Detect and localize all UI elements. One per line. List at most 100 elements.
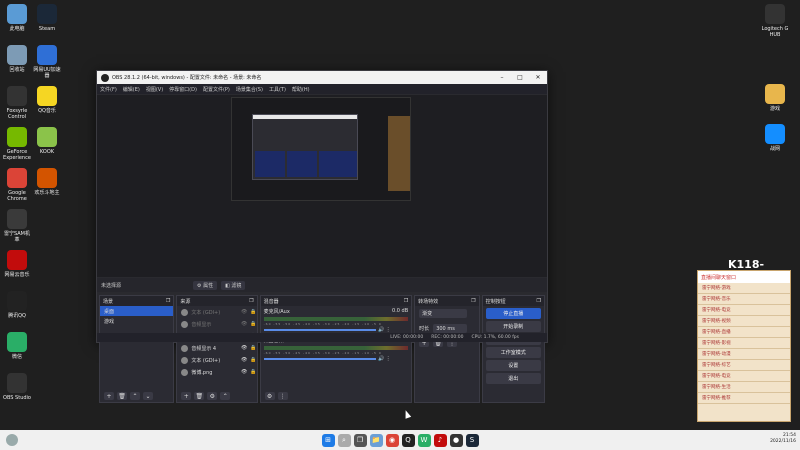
transition-select[interactable]: 渐变: [419, 309, 468, 318]
move-up-button[interactable]: ⌃: [130, 392, 140, 400]
menu-item[interactable]: 视图(V): [146, 86, 163, 93]
chrome-taskbar-icon[interactable]: ◉: [385, 433, 399, 447]
start-button-icon[interactable]: ⊞: [321, 433, 335, 447]
lock-icon[interactable]: 🔒: [250, 309, 256, 315]
lock-icon[interactable]: 🔒: [250, 321, 256, 327]
desktop-icon-folder[interactable]: 游戏: [760, 84, 790, 112]
control-button[interactable]: 工作室模式: [485, 347, 541, 358]
wechat-taskbar-icon[interactable]: W: [417, 433, 431, 447]
properties-button[interactable]: ⚙ 属性: [193, 280, 218, 290]
scene-item[interactable]: 游戏: [100, 316, 173, 326]
menu-item[interactable]: 帮助(H): [292, 86, 310, 93]
desktop-icon-doudizhu[interactable]: 欢乐斗地主: [32, 168, 62, 196]
desktop-icon-qq[interactable]: 腾讯QQ: [2, 291, 32, 319]
desktop-icon-label: 腾讯QQ: [8, 313, 26, 319]
menu-item[interactable]: 场景集合(S): [236, 86, 263, 93]
menu-item[interactable]: 文件(F): [100, 86, 117, 93]
minimize-button[interactable]: –: [493, 74, 511, 81]
move-up-button[interactable]: ⌃: [220, 392, 231, 400]
visibility-icon[interactable]: 👁: [241, 345, 247, 351]
chat-row[interactable]: 雷宁网络-游戏: [698, 283, 790, 294]
source-item[interactable]: 微博.png 👁 🔒: [177, 366, 257, 378]
close-button[interactable]: ✕: [529, 74, 547, 81]
desktop-icon-uu[interactable]: 网易UU加速器: [32, 45, 62, 79]
dock-popout-icon[interactable]: ❐: [249, 298, 253, 304]
preview-canvas[interactable]: [97, 95, 547, 277]
weather-icon[interactable]: [6, 434, 18, 446]
taskview-icon[interactable]: ❐: [353, 433, 367, 447]
filters-button[interactable]: ◧ 滤镜: [221, 280, 246, 290]
menu-item[interactable]: 编辑(E): [123, 86, 140, 93]
chat-row[interactable]: 雷宁网络-综艺: [698, 360, 790, 371]
explorer-icon[interactable]: 📁: [369, 433, 383, 447]
visibility-icon[interactable]: 👁: [241, 309, 247, 315]
desktop-icon-wechat[interactable]: 微信: [2, 332, 32, 360]
dock-popout-icon[interactable]: ❐: [537, 298, 541, 304]
desktop-icon-computer[interactable]: 此电脑: [2, 4, 32, 32]
chat-row[interactable]: 雷宁网络-动漫: [698, 349, 790, 360]
channel-menu-icon[interactable]: ⋮: [386, 356, 391, 362]
chat-row[interactable]: 雷宁网络-音乐: [698, 294, 790, 305]
menu-item[interactable]: 工具(T): [269, 86, 286, 93]
source-item[interactable]: 音频显示 4 👁 🔒: [177, 342, 257, 354]
control-button[interactable]: 开始录制: [485, 321, 541, 332]
dock-popout-icon[interactable]: ❐: [404, 298, 408, 304]
netease-taskbar-icon[interactable]: ♪: [433, 433, 447, 447]
clock[interactable]: 21:54 2022/11/16: [770, 433, 796, 445]
chat-row[interactable]: 雷宁网络-生活: [698, 382, 790, 393]
remove-scene-button[interactable]: 🗑: [117, 392, 127, 400]
visibility-icon[interactable]: 👁: [241, 369, 247, 375]
source-settings-button[interactable]: ⚙: [207, 392, 218, 400]
visibility-icon[interactable]: 👁: [241, 321, 247, 327]
speaker-icon[interactable]: 🔊: [378, 356, 384, 362]
desktop-icon-obs[interactable]: OBS Studio: [2, 373, 32, 401]
desktop-icon-kook[interactable]: KOOK: [32, 127, 62, 155]
desktop-icon-leining[interactable]: 雷宁SAM机革: [2, 209, 32, 243]
volume-slider[interactable]: [263, 329, 377, 331]
scene-item[interactable]: 桌面: [100, 306, 174, 316]
menu-item[interactable]: 停靠窗口(D): [169, 86, 197, 93]
duration-input[interactable]: 300 ms: [433, 324, 468, 333]
sources-dock: 来源❐ 文本 (GDI+)👁🔒音频显示👁🔒浏览器👁🔒音频显示 4👁🔒文本 (GD…: [176, 295, 258, 403]
move-down-button[interactable]: ⌄: [143, 392, 153, 400]
control-button[interactable]: 设置: [485, 360, 541, 371]
source-item[interactable]: 文本 (GDI+) 👁 🔒: [177, 354, 257, 366]
dock-popout-icon[interactable]: ❐: [166, 298, 170, 304]
visibility-icon[interactable]: 👁: [241, 357, 247, 363]
volume-slider[interactable]: [263, 358, 377, 360]
remove-source-button[interactable]: 🗑: [194, 392, 205, 400]
control-button[interactable]: 停止直播: [485, 308, 541, 319]
mixer-link-button[interactable]: ⚙: [264, 392, 275, 400]
mixer-menu-button[interactable]: ⋮: [277, 392, 288, 400]
desktop-icon-logitech[interactable]: Logitech G HUB: [760, 4, 790, 38]
add-scene-button[interactable]: +: [104, 392, 114, 400]
chat-row[interactable]: 雷宁网络-影视: [698, 338, 790, 349]
maximize-button[interactable]: □: [511, 74, 529, 81]
chat-row[interactable]: 雷宁网络-推荐: [698, 393, 790, 404]
chat-row[interactable]: 雷宁网络-直播: [698, 327, 790, 338]
lock-icon[interactable]: 🔒: [250, 357, 256, 363]
add-source-button[interactable]: +: [181, 392, 192, 400]
menu-item[interactable]: 配置文件(P): [203, 86, 230, 93]
lock-icon[interactable]: 🔒: [250, 345, 256, 351]
desktop-icon-recycle-bin[interactable]: 回收站: [2, 45, 32, 73]
chat-row[interactable]: 雷宁网络-电竞: [698, 371, 790, 382]
obs-taskbar-icon[interactable]: ●: [449, 433, 463, 447]
source-item[interactable]: 音频显示 👁 🔒: [177, 318, 257, 330]
chat-row[interactable]: 雷宁网络-视频: [698, 316, 790, 327]
lock-icon[interactable]: 🔒: [250, 369, 256, 375]
control-button[interactable]: 退出: [485, 373, 541, 384]
dock-popout-icon[interactable]: ❐: [471, 298, 475, 304]
desktop-icon-qq-music[interactable]: QQ音乐: [32, 86, 62, 114]
desktop-icon-geforce[interactable]: GeForce Experience: [2, 127, 32, 161]
desktop-icon-steam[interactable]: Steam: [32, 4, 62, 32]
desktop-icon-netease-music[interactable]: 网易云音乐: [2, 250, 32, 278]
desktop-icon-chrome[interactable]: Google Chrome: [2, 168, 32, 202]
qq-taskbar-icon[interactable]: Q: [401, 433, 415, 447]
chat-row[interactable]: 雷宁网络-电竞: [698, 305, 790, 316]
desktop-icon-foxsyrle[interactable]: Foxsyrle Control: [2, 86, 32, 120]
search-icon[interactable]: ⌕: [337, 433, 351, 447]
source-item[interactable]: 文本 (GDI+) 👁 🔒: [177, 306, 257, 318]
steam-taskbar-icon[interactable]: S: [465, 433, 479, 447]
desktop-icon-battlenet[interactable]: 战网: [760, 124, 790, 152]
